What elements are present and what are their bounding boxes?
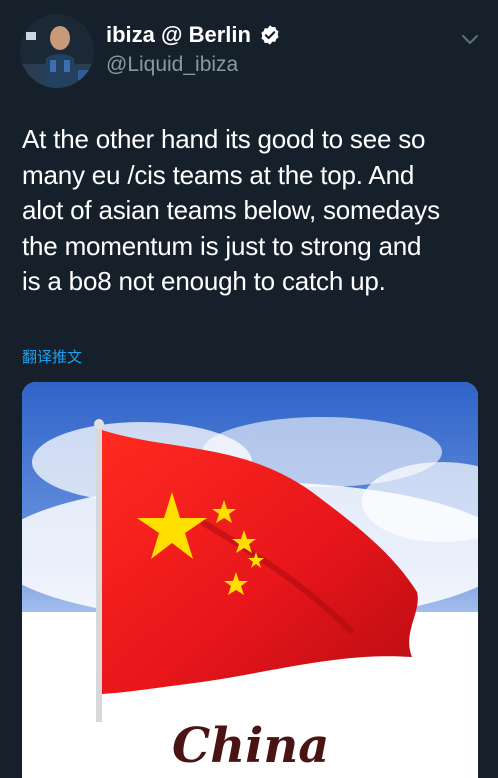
tweet-text-line: many eu /cis teams at the top. And bbox=[22, 159, 415, 190]
china-flag-image: China bbox=[22, 382, 478, 778]
chevron-down-icon[interactable] bbox=[460, 30, 480, 50]
tweet-text-line: the momentum is just to strong and bbox=[22, 230, 422, 261]
display-name[interactable]: ibiza @ Berlin bbox=[106, 22, 251, 48]
translate-tweet-link[interactable]: 翻译推文 bbox=[22, 346, 82, 367]
avatar[interactable] bbox=[20, 14, 94, 88]
tweet-header: ibiza @ Berlin @Liquid_ibiza bbox=[106, 22, 281, 78]
avatar-photo bbox=[20, 14, 94, 88]
tweet: ibiza @ Berlin @Liquid_ibiza At the othe… bbox=[0, 0, 498, 778]
tweet-text-line: is a bo8 not enough to catch up. bbox=[22, 266, 386, 296]
verified-badge-icon bbox=[261, 25, 279, 45]
tweet-text: At the other hand its good to see so man… bbox=[22, 122, 482, 300]
tweet-media-image[interactable]: China bbox=[22, 382, 478, 778]
name-row: ibiza @ Berlin bbox=[106, 22, 281, 48]
user-handle[interactable]: @Liquid_ibiza bbox=[106, 52, 281, 78]
tweet-text-line: alot of asian teams below, somedays bbox=[22, 195, 440, 225]
tweet-text-line: At the other hand its good to see so bbox=[22, 124, 426, 154]
image-caption: China bbox=[172, 718, 329, 774]
